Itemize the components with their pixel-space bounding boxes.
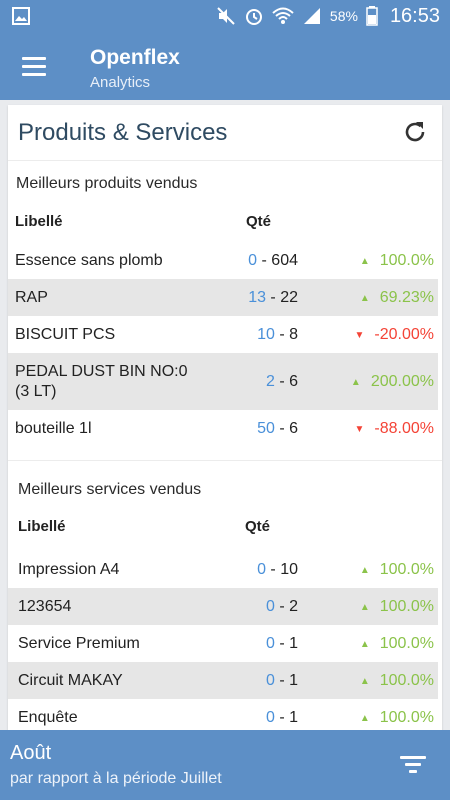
period-comparison: par rapport à la période Juillet [10,770,222,787]
card-title: Produits & Services [18,119,228,146]
refresh-icon[interactable] [402,119,428,145]
filter-icon[interactable] [400,755,426,775]
battery-percentage: 58% [329,8,358,24]
trend-up-icon: ▲ [359,675,370,687]
table-row[interactable]: bouteille 1l 50 - 6 ▼ -88.00% [8,410,438,447]
card-header: Produits & Services [8,105,442,161]
row-percent: ▲ 100.0% [359,709,434,726]
row-qty: 0 - 2 [265,598,298,615]
row-qty: 0 - 604 [248,252,298,269]
row-label: Essence sans plomb [15,252,163,269]
services-section-title: Meilleurs services vendus [18,481,202,498]
row-percent: ▲ 100.0% [359,598,434,615]
section-divider [8,460,442,461]
row-qty: 10 - 8 [257,326,298,343]
table-row[interactable]: RAP 13 - 22 ▲ 69.23% [8,279,438,316]
row-qty: 0 - 1 [265,635,298,652]
alarm-icon [245,9,262,25]
row-percent: ▼ -88.00% [354,420,435,437]
table-row[interactable]: Impression A4 0 - 10 ▲ 100.0% [8,551,438,588]
app-bar: Openflex Analytics [0,32,450,100]
period-bar[interactable]: Août par rapport à la période Juillet [0,730,450,800]
battery-icon [366,6,378,26]
row-label: Service Premium [18,635,140,652]
trend-down-icon: ▼ [354,329,365,341]
row-qty: 13 - 22 [248,289,298,306]
wifi-icon [272,7,294,24]
row-label: Impression A4 [18,561,120,578]
products-col-qty: Qté [246,213,272,230]
app-subtitle: Analytics [90,74,151,91]
row-percent: ▲ 69.23% [359,289,434,306]
row-label: RAP [15,289,48,306]
products-section-title: Meilleurs produits vendus [16,175,198,192]
trend-up-icon: ▲ [359,292,370,304]
trend-up-icon: ▲ [359,601,370,613]
signal-icon [303,8,320,24]
table-row[interactable]: Essence sans plomb 0 - 604 ▲ 100.0% [8,242,438,279]
row-percent: ▼ -20.00% [354,326,435,343]
status-bar: 58% 16:53 [0,0,450,32]
row-percent: ▲ 100.0% [359,672,434,689]
clock: 16:53 [389,4,440,27]
row-label: BISCUIT PCS [15,326,116,343]
trend-up-icon: ▲ [350,376,361,388]
table-row[interactable]: Service Premium 0 - 1 ▲ 100.0% [8,625,438,662]
row-label: PEDAL DUST BIN NO:0 (3 LT) [15,363,188,400]
products-col-label: Libellé [15,213,63,230]
row-percent: ▲ 100.0% [359,252,434,269]
products-services-card: Produits & Services Meilleurs produits v… [8,105,442,745]
row-percent: ▲ 200.00% [350,373,434,390]
table-row[interactable]: 123654 0 - 2 ▲ 100.0% [8,588,438,625]
app-title: Openflex [90,46,180,69]
services-col-label: Libellé [18,518,66,535]
trend-up-icon: ▲ [359,255,370,267]
period-month: Août [10,742,52,764]
hamburger-menu-icon[interactable] [20,54,48,78]
row-label: Circuit MAKAY [18,672,123,689]
row-percent: ▲ 100.0% [359,635,434,652]
row-qty: 0 - 1 [265,709,298,726]
trend-down-icon: ▼ [354,423,365,435]
row-label: Enquête [18,709,78,726]
table-row[interactable]: Circuit MAKAY 0 - 1 ▲ 100.0% [8,662,438,699]
mute-icon [217,7,235,25]
trend-up-icon: ▲ [359,712,370,724]
row-qty: 0 - 1 [265,672,298,689]
trend-up-icon: ▲ [359,564,370,576]
row-qty: 0 - 10 [257,561,298,578]
row-label: 123654 [18,598,72,615]
row-label: bouteille 1l [15,420,92,437]
gallery-icon [12,7,30,25]
table-row[interactable]: PEDAL DUST BIN NO:0 (3 LT) 2 - 6 ▲ 200.00… [8,353,438,410]
row-percent: ▲ 100.0% [359,561,434,578]
row-qty: 50 - 6 [257,420,298,437]
services-col-qty: Qté [245,518,271,535]
row-qty: 2 - 6 [265,373,298,390]
trend-up-icon: ▲ [359,638,370,650]
table-row[interactable]: BISCUIT PCS 10 - 8 ▼ -20.00% [8,316,438,353]
